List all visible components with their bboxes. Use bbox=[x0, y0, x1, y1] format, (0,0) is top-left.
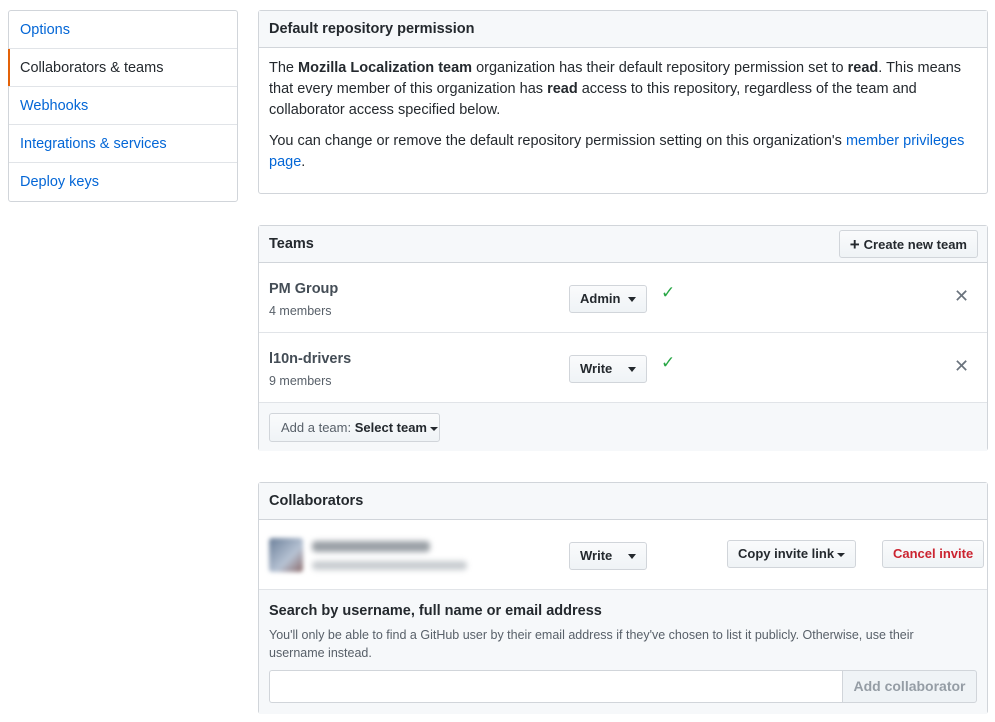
teams-header: Teams + Create new team bbox=[259, 226, 987, 263]
team-row: l10n-drivers 9 members Write ✓ ✕ bbox=[259, 333, 987, 403]
plus-icon: + bbox=[849, 234, 860, 254]
sidebar-item-webhooks[interactable]: Webhooks bbox=[9, 87, 237, 125]
sidebar-item-options[interactable]: Options bbox=[9, 11, 237, 49]
remove-team-icon[interactable]: ✕ bbox=[954, 356, 969, 377]
sidebar-item-integrations[interactable]: Integrations & services bbox=[9, 125, 237, 163]
sidebar-item-deploy-keys[interactable]: Deploy keys bbox=[9, 163, 237, 201]
collaborators-title: Collaborators bbox=[269, 493, 364, 509]
collaborator-permission-select[interactable]: Write bbox=[569, 542, 647, 570]
copy-invite-link-button[interactable]: Copy invite link bbox=[727, 540, 857, 568]
default-permission-title: Default repository permission bbox=[269, 21, 475, 37]
team-row: PM Group 4 members Admin ✓ ✕ bbox=[259, 263, 987, 333]
caret-down-icon bbox=[837, 552, 846, 557]
avatar bbox=[269, 538, 303, 572]
chevron-down-icon bbox=[628, 554, 636, 559]
add-collaborator-button[interactable]: Add collaborator bbox=[842, 670, 977, 703]
collaborators-box: Collaborators Write Copy invite link Can… bbox=[258, 482, 988, 714]
collaborator-search-input[interactable] bbox=[269, 670, 842, 703]
sidebar-item-collaborators-teams[interactable]: Collaborators & teams bbox=[8, 49, 237, 87]
search-note: You'll only be able to find a GitHub use… bbox=[269, 628, 914, 660]
collaborators-header: Collaborators bbox=[259, 483, 987, 520]
settings-sidebar: Options Collaborators & teams Webhooks I… bbox=[8, 10, 238, 202]
search-title: Search by username, full name or email a… bbox=[269, 603, 602, 619]
add-team-row: Add a team: Select team bbox=[259, 403, 987, 451]
caret-down-icon bbox=[430, 426, 438, 431]
collaborator-search-area: Search by username, full name or email a… bbox=[259, 590, 987, 714]
team-name[interactable]: l10n-drivers bbox=[269, 351, 351, 367]
team-member-count: 4 members bbox=[269, 304, 332, 318]
default-permission-change-note: You can change or remove the default rep… bbox=[269, 133, 965, 170]
team-permission-select[interactable]: Admin bbox=[569, 285, 647, 313]
teams-box: Teams + Create new team PM Group 4 membe… bbox=[258, 225, 988, 451]
remove-team-icon[interactable]: ✕ bbox=[954, 286, 969, 307]
cancel-invite-button[interactable]: Cancel invite bbox=[882, 540, 985, 568]
add-team-select[interactable]: Add a team: Select team bbox=[269, 413, 440, 442]
check-icon: ✓ bbox=[661, 283, 676, 302]
chevron-down-icon bbox=[628, 297, 636, 302]
default-permission-box: Default repository permission The Mozill… bbox=[258, 10, 988, 194]
check-icon: ✓ bbox=[661, 353, 676, 372]
chevron-down-icon bbox=[628, 367, 636, 372]
team-permission-select[interactable]: Write bbox=[569, 355, 647, 383]
team-member-count: 9 members bbox=[269, 374, 332, 388]
collaborator-row: Write Copy invite link Cancel invite bbox=[259, 520, 987, 590]
redacted-username bbox=[312, 541, 430, 552]
team-name[interactable]: PM Group bbox=[269, 281, 338, 297]
default-permission-header: Default repository permission bbox=[259, 11, 987, 48]
org-name: Mozilla Localization team bbox=[298, 60, 473, 76]
default-permission-description: The Mozilla Localization team organizati… bbox=[269, 60, 962, 118]
teams-title: Teams bbox=[269, 236, 314, 252]
redacted-status bbox=[312, 561, 467, 570]
create-new-team-button[interactable]: + Create new team bbox=[838, 230, 978, 258]
